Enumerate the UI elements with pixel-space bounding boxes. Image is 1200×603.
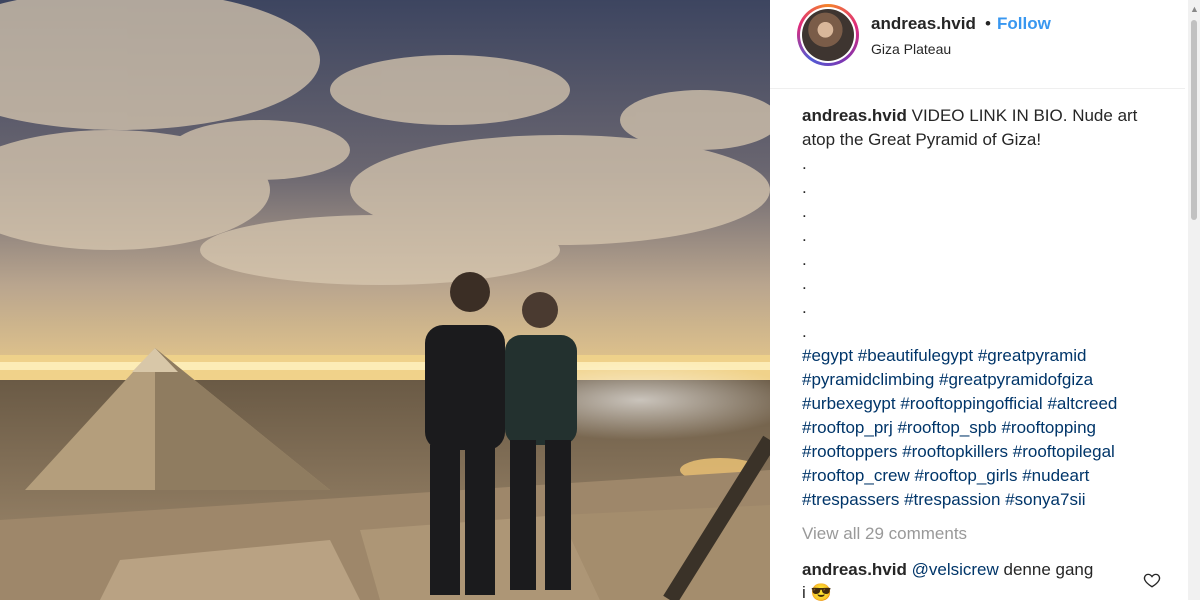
comment-username-link[interactable]: andreas.hvid [802,560,907,579]
hashtag-link[interactable]: #rooftop_girls [914,466,1017,485]
hashtag-link[interactable]: #rooftopilegal [1013,442,1115,461]
separator-dot: • [985,14,991,33]
hashtag-link[interactable]: #rooftoppers [802,442,897,461]
follow-button[interactable]: Follow [997,14,1051,34]
hashtag-link[interactable]: #pyramidclimbing [802,370,934,389]
hashtag-link[interactable]: #altcreed [1047,394,1117,413]
page-scrollbar[interactable]: ▲ [1188,0,1200,600]
hashtag-link[interactable]: #trespassers [802,490,899,509]
hashtag-link[interactable]: #trespassion [904,490,1000,509]
hashtag-link[interactable]: #beautifulegypt [858,346,973,365]
post-caption: andreas.hvid VIDEO LINK IN BIO. Nude art… [802,104,1172,512]
comment-item: andreas.hvid @velsicrew denne gang [802,560,1093,580]
hashtag-link[interactable]: #rooftopkillers [902,442,1008,461]
caption-dot: . [802,274,807,293]
hashtag-link[interactable]: #nudeart [1022,466,1089,485]
caption-dot: . [802,178,807,197]
comment-text-continuation: i 😎 [802,583,832,602]
caption-dot: . [802,250,807,269]
caption-dot: . [802,298,807,317]
scrollbar-thumb[interactable] [1191,20,1197,220]
comment-text: denne gang [1003,560,1094,579]
pyramid-night-photo [0,0,770,600]
hashtag-link[interactable]: #rooftop_spb [897,418,996,437]
post-details-panel: andreas.hvid • Follow Giza Plateau andre… [770,0,1200,602]
caption-dots: . . . . . . . . [802,152,1172,344]
hashtag-link[interactable]: #egypt [802,346,853,365]
hashtag-link[interactable]: #urbexegypt [802,394,896,413]
hashtag-link[interactable]: #sonya7sii [1005,490,1085,509]
hashtag-link[interactable]: #rooftopping [1001,418,1096,437]
location-link[interactable]: Giza Plateau [871,41,951,57]
hashtag-link[interactable]: #rooftop_crew [802,466,910,485]
hashtag-link[interactable]: #rooftoppingofficial [900,394,1042,413]
avatar[interactable] [797,4,859,66]
caption-dot: . [802,154,807,173]
caption-dot: . [802,202,807,221]
view-all-comments-link[interactable]: View all 29 comments [802,524,967,544]
post-photo[interactable] [0,0,770,600]
hashtag-link[interactable]: #rooftop_prj [802,418,893,437]
hashtag-list: #egypt #beautifulegypt #greatpyramid #py… [802,344,1172,512]
hashtag-link[interactable]: #greatpyramidofgiza [939,370,1093,389]
heart-icon[interactable] [1143,571,1161,589]
header-username-link[interactable]: andreas.hvid [871,14,976,34]
post-header: andreas.hvid • Follow Giza Plateau [770,0,1185,89]
scroll-up-arrow-icon[interactable]: ▲ [1190,4,1199,14]
comment-mention-link[interactable]: @velsicrew [912,560,999,579]
hashtag-link[interactable]: #greatpyramid [978,346,1087,365]
caption-username-link[interactable]: andreas.hvid [802,106,907,125]
caption-dot: . [802,322,807,341]
caption-dot: . [802,226,807,245]
